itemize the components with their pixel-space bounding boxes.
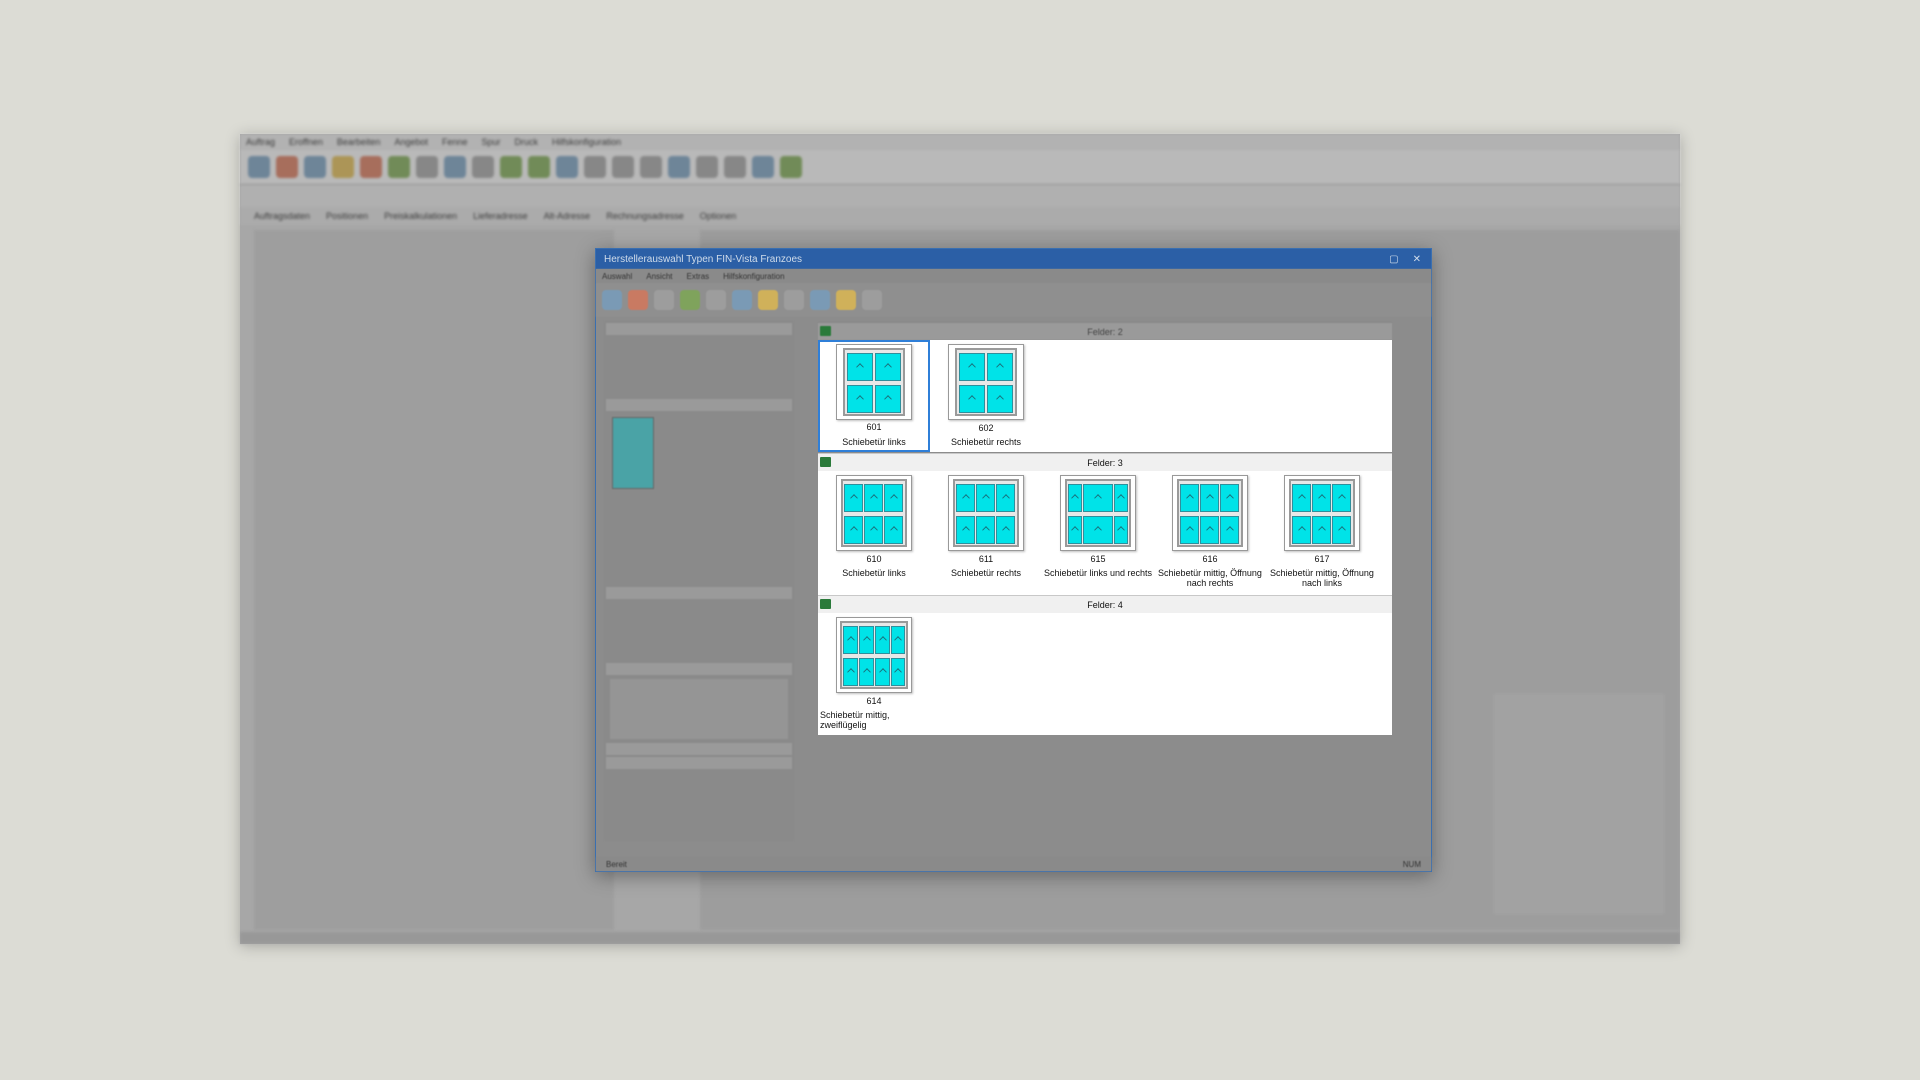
panel-header bbox=[606, 663, 792, 675]
type-tile-615[interactable]: 615 Schiebetür links und rechts bbox=[1042, 471, 1154, 583]
dialog-statusbar: Bereit NUM bbox=[596, 857, 1431, 871]
group-icon bbox=[820, 599, 831, 609]
door-thumbnail bbox=[948, 344, 1024, 420]
dialog-menu-item[interactable]: Auswahl bbox=[602, 272, 632, 281]
group-body-felder-3: 610 Schiebetür links 611 Schiebetür rech… bbox=[818, 471, 1392, 595]
type-number: 617 bbox=[1314, 554, 1330, 564]
type-number: 614 bbox=[866, 696, 882, 706]
type-label: Schiebetür mittig, Öffnung nach rechts bbox=[1158, 568, 1262, 588]
type-tile-617[interactable]: 617 Schiebetür mittig, Öffnung nach link… bbox=[1266, 471, 1378, 588]
type-tile-611[interactable]: 611 Schiebetür rechts bbox=[930, 471, 1042, 583]
type-number: 610 bbox=[866, 554, 882, 564]
type-label: Schiebetür mittig, Öffnung nach links bbox=[1270, 568, 1374, 588]
status-text: Bereit bbox=[606, 859, 627, 869]
group-header-felder-3: Felder: 3 bbox=[818, 453, 1392, 472]
type-number: 601 bbox=[866, 422, 882, 432]
dialog-titlebar: Herstellerauswahl Typen FIN-Vista Franzo… bbox=[596, 249, 1431, 269]
type-tile-602[interactable]: 602 Schiebetür rechts bbox=[930, 340, 1042, 452]
document-icon[interactable] bbox=[862, 290, 882, 310]
door-thumbnail bbox=[836, 475, 912, 551]
group-header-label: Felder: 3 bbox=[1087, 457, 1123, 468]
door-thumbnail bbox=[1172, 475, 1248, 551]
type-tile-610[interactable]: 610 Schiebetür links bbox=[818, 471, 930, 583]
gear-icon[interactable] bbox=[602, 290, 622, 310]
preview-thumbnail bbox=[612, 417, 654, 489]
type-tile-601[interactable]: 601 Schiebetür links bbox=[818, 340, 930, 452]
door-thumbnail bbox=[1284, 475, 1360, 551]
group-header-felder-2: Felder: 2 bbox=[818, 322, 1392, 341]
door-thumbnail bbox=[1060, 475, 1136, 551]
group-icon bbox=[820, 457, 831, 467]
panel-header[interactable] bbox=[606, 743, 792, 755]
pencil-icon[interactable] bbox=[784, 290, 804, 310]
group-header-felder-4: Felder: 4 bbox=[818, 595, 1392, 614]
type-tile-616[interactable]: 616 Schiebetür mittig, Öffnung nach rech… bbox=[1154, 471, 1266, 588]
image-icon[interactable] bbox=[680, 290, 700, 310]
window-icon[interactable] bbox=[654, 290, 674, 310]
dialog-menu-item[interactable]: Extras bbox=[686, 272, 709, 281]
filter-table[interactable] bbox=[610, 679, 788, 739]
export-icon[interactable] bbox=[758, 290, 778, 310]
panel-header[interactable] bbox=[606, 757, 792, 769]
close-icon[interactable]: ✕ bbox=[1413, 254, 1421, 265]
maximize-icon[interactable]: ▢ bbox=[1389, 254, 1398, 265]
panel-header bbox=[606, 587, 792, 599]
dialog-toolbar bbox=[596, 283, 1431, 317]
type-label: Schiebetür mittig, zweiflügelig bbox=[820, 710, 890, 730]
save-icon[interactable] bbox=[732, 290, 752, 310]
group-header-label: Felder: 2 bbox=[1087, 326, 1123, 337]
type-number: 611 bbox=[978, 554, 994, 564]
globe-icon[interactable] bbox=[810, 290, 830, 310]
type-label: Schiebetür links und rechts bbox=[1043, 568, 1153, 578]
panel-header bbox=[606, 323, 792, 335]
type-number: 602 bbox=[978, 423, 994, 433]
type-number: 616 bbox=[1202, 554, 1218, 564]
type-tile-614[interactable]: 614 Schiebetür mittig, zweiflügelig bbox=[818, 613, 930, 730]
group-header-label: Felder: 4 bbox=[1087, 599, 1123, 610]
type-label: Schiebetür rechts bbox=[950, 437, 1022, 447]
dialog-title: Herstellerauswahl Typen FIN-Vista Franzo… bbox=[604, 253, 803, 265]
dialog-menubar: Auswahl Ansicht Extras Hilfskonfiguratio… bbox=[596, 269, 1431, 283]
group-body-felder-4: 614 Schiebetür mittig, zweiflügelig bbox=[818, 613, 1392, 735]
dialog-left-panel bbox=[604, 321, 794, 841]
status-num: NUM bbox=[1402, 859, 1421, 869]
type-number: 615 bbox=[1090, 554, 1106, 564]
dialog-menu-item[interactable]: Hilfskonfiguration bbox=[723, 272, 784, 281]
group-icon bbox=[820, 326, 831, 336]
door-thumbnail bbox=[836, 344, 912, 420]
filter-icon[interactable] bbox=[706, 290, 726, 310]
type-label: Schiebetür links bbox=[842, 568, 906, 578]
type-label: Schiebetür rechts bbox=[950, 568, 1022, 578]
door-thumbnail bbox=[948, 475, 1024, 551]
dialog-menu-item[interactable]: Ansicht bbox=[646, 272, 672, 281]
type-label: Schiebetür links bbox=[842, 437, 906, 447]
lifebuoy-icon[interactable] bbox=[628, 290, 648, 310]
door-thumbnail bbox=[836, 617, 912, 693]
group-body-felder-2: 601 Schiebetür links 602 Schiebetür rech… bbox=[818, 340, 1392, 452]
star-icon[interactable] bbox=[836, 290, 856, 310]
type-gallery: Felder: 2 601 Schiebetür links 602 Schie… bbox=[818, 322, 1392, 735]
panel-header bbox=[606, 399, 792, 411]
